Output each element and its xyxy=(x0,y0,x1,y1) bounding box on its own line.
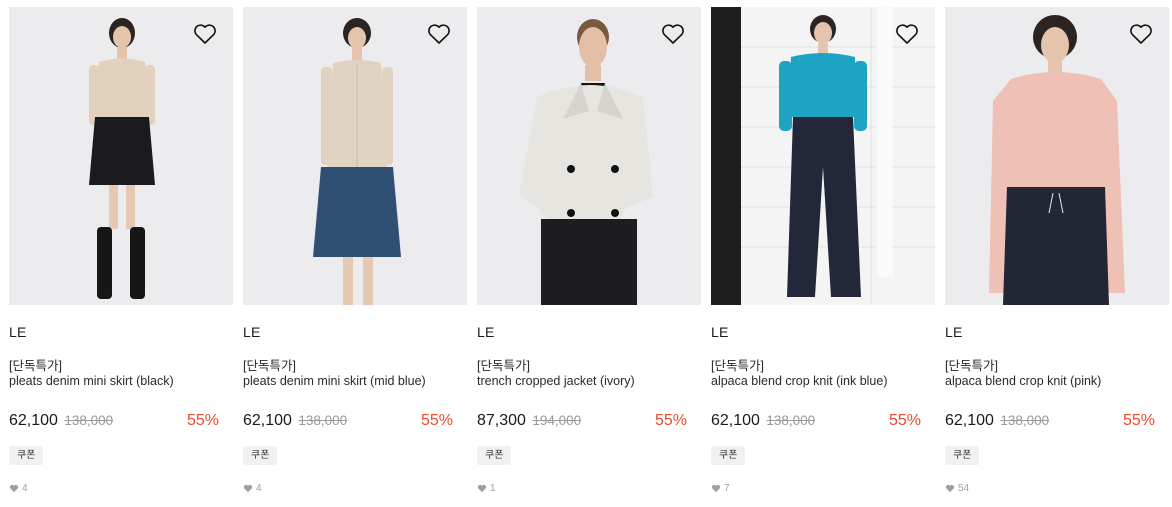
product-image[interactable] xyxy=(711,7,935,305)
original-price: 138,000 xyxy=(1000,413,1050,428)
promo-tag: [단독특가] xyxy=(243,359,296,373)
product-image[interactable] xyxy=(243,7,467,305)
product-card[interactable]: LE [단독특가] pleats denim mini skirt (mid b… xyxy=(243,7,467,507)
like-count: 1 xyxy=(477,483,496,494)
coupon-badge: 쿠폰 xyxy=(9,446,44,465)
discount-rate: 55% xyxy=(420,412,453,429)
product-image[interactable] xyxy=(477,7,701,305)
coupon-badge: 쿠폰 xyxy=(945,446,980,465)
promo-tag: [단독특가] xyxy=(9,359,62,373)
original-price: 138,000 xyxy=(766,413,816,428)
model-photo-illustration xyxy=(519,19,653,305)
discount-rate: 55% xyxy=(1122,412,1155,429)
price-row: 62,100 138,000 55% xyxy=(9,412,219,432)
promo-tag: [단독특가] xyxy=(711,359,764,373)
sale-price: 62,100 xyxy=(243,412,292,429)
heart-filled-icon xyxy=(477,484,487,493)
discount-rate: 55% xyxy=(186,412,219,429)
product-name[interactable]: pleats denim mini skirt (black) xyxy=(9,374,174,388)
brand-name[interactable]: LE xyxy=(945,324,963,340)
discount-rate: 55% xyxy=(888,412,921,429)
model-photo-illustration xyxy=(989,15,1125,305)
wishlist-heart-icon[interactable] xyxy=(661,23,685,45)
coupon-badge: 쿠폰 xyxy=(243,446,278,465)
like-count-value: 4 xyxy=(22,483,28,494)
wishlist-heart-icon[interactable] xyxy=(427,23,451,45)
model-photo-illustration xyxy=(89,18,155,299)
model-photo-illustration xyxy=(711,7,935,305)
sale-price: 62,100 xyxy=(945,412,994,429)
model-photo-illustration xyxy=(313,18,401,305)
heart-filled-icon xyxy=(711,484,721,493)
product-card[interactable]: LE [단독특가] trench cropped jacket (ivory) … xyxy=(477,7,701,507)
like-count: 4 xyxy=(9,483,28,494)
original-price: 138,000 xyxy=(298,413,348,428)
price-row: 62,100 138,000 55% xyxy=(711,412,921,432)
discount-rate: 55% xyxy=(654,412,687,429)
product-card[interactable]: LE [단독특가] alpaca blend crop knit (ink bl… xyxy=(711,7,935,507)
brand-name[interactable]: LE xyxy=(9,324,27,340)
price-row: 62,100 138,000 55% xyxy=(945,412,1155,432)
price-row: 87,300 194,000 55% xyxy=(477,412,687,432)
like-count: 4 xyxy=(243,483,262,494)
brand-name[interactable]: LE xyxy=(711,324,729,340)
like-count-value: 1 xyxy=(490,483,496,494)
brand-name[interactable]: LE xyxy=(477,324,495,340)
promo-tag: [단독특가] xyxy=(945,359,998,373)
brand-name[interactable]: LE xyxy=(243,324,261,340)
like-count-value: 7 xyxy=(724,483,730,494)
promo-tag: [단독특가] xyxy=(477,359,530,373)
original-price: 194,000 xyxy=(532,413,582,428)
coupon-badge: 쿠폰 xyxy=(711,446,746,465)
product-name[interactable]: pleats denim mini skirt (mid blue) xyxy=(243,374,426,388)
product-grid: LE [단독특가] pleats denim mini skirt (black… xyxy=(9,7,1169,507)
product-name[interactable]: alpaca blend crop knit (ink blue) xyxy=(711,374,888,388)
like-count-value: 54 xyxy=(958,483,970,494)
sale-price: 62,100 xyxy=(9,412,58,429)
like-count: 7 xyxy=(711,483,730,494)
original-price: 138,000 xyxy=(64,413,114,428)
sale-price: 62,100 xyxy=(711,412,760,429)
heart-filled-icon xyxy=(945,484,955,493)
product-card[interactable]: LE [단독특가] pleats denim mini skirt (black… xyxy=(9,7,233,507)
price-row: 62,100 138,000 55% xyxy=(243,412,453,432)
wishlist-heart-icon[interactable] xyxy=(193,23,217,45)
product-name[interactable]: alpaca blend crop knit (pink) xyxy=(945,374,1101,388)
coupon-badge: 쿠폰 xyxy=(477,446,512,465)
product-name[interactable]: trench cropped jacket (ivory) xyxy=(477,374,635,388)
sale-price: 87,300 xyxy=(477,412,526,429)
product-card[interactable]: LE [단독특가] alpaca blend crop knit (pink) … xyxy=(945,7,1169,507)
wishlist-heart-icon[interactable] xyxy=(1129,23,1153,45)
wishlist-heart-icon[interactable] xyxy=(895,23,919,45)
like-count: 54 xyxy=(945,483,969,494)
product-image[interactable] xyxy=(9,7,233,305)
product-image[interactable] xyxy=(945,7,1169,305)
like-count-value: 4 xyxy=(256,483,262,494)
heart-filled-icon xyxy=(9,484,19,493)
heart-filled-icon xyxy=(243,484,253,493)
